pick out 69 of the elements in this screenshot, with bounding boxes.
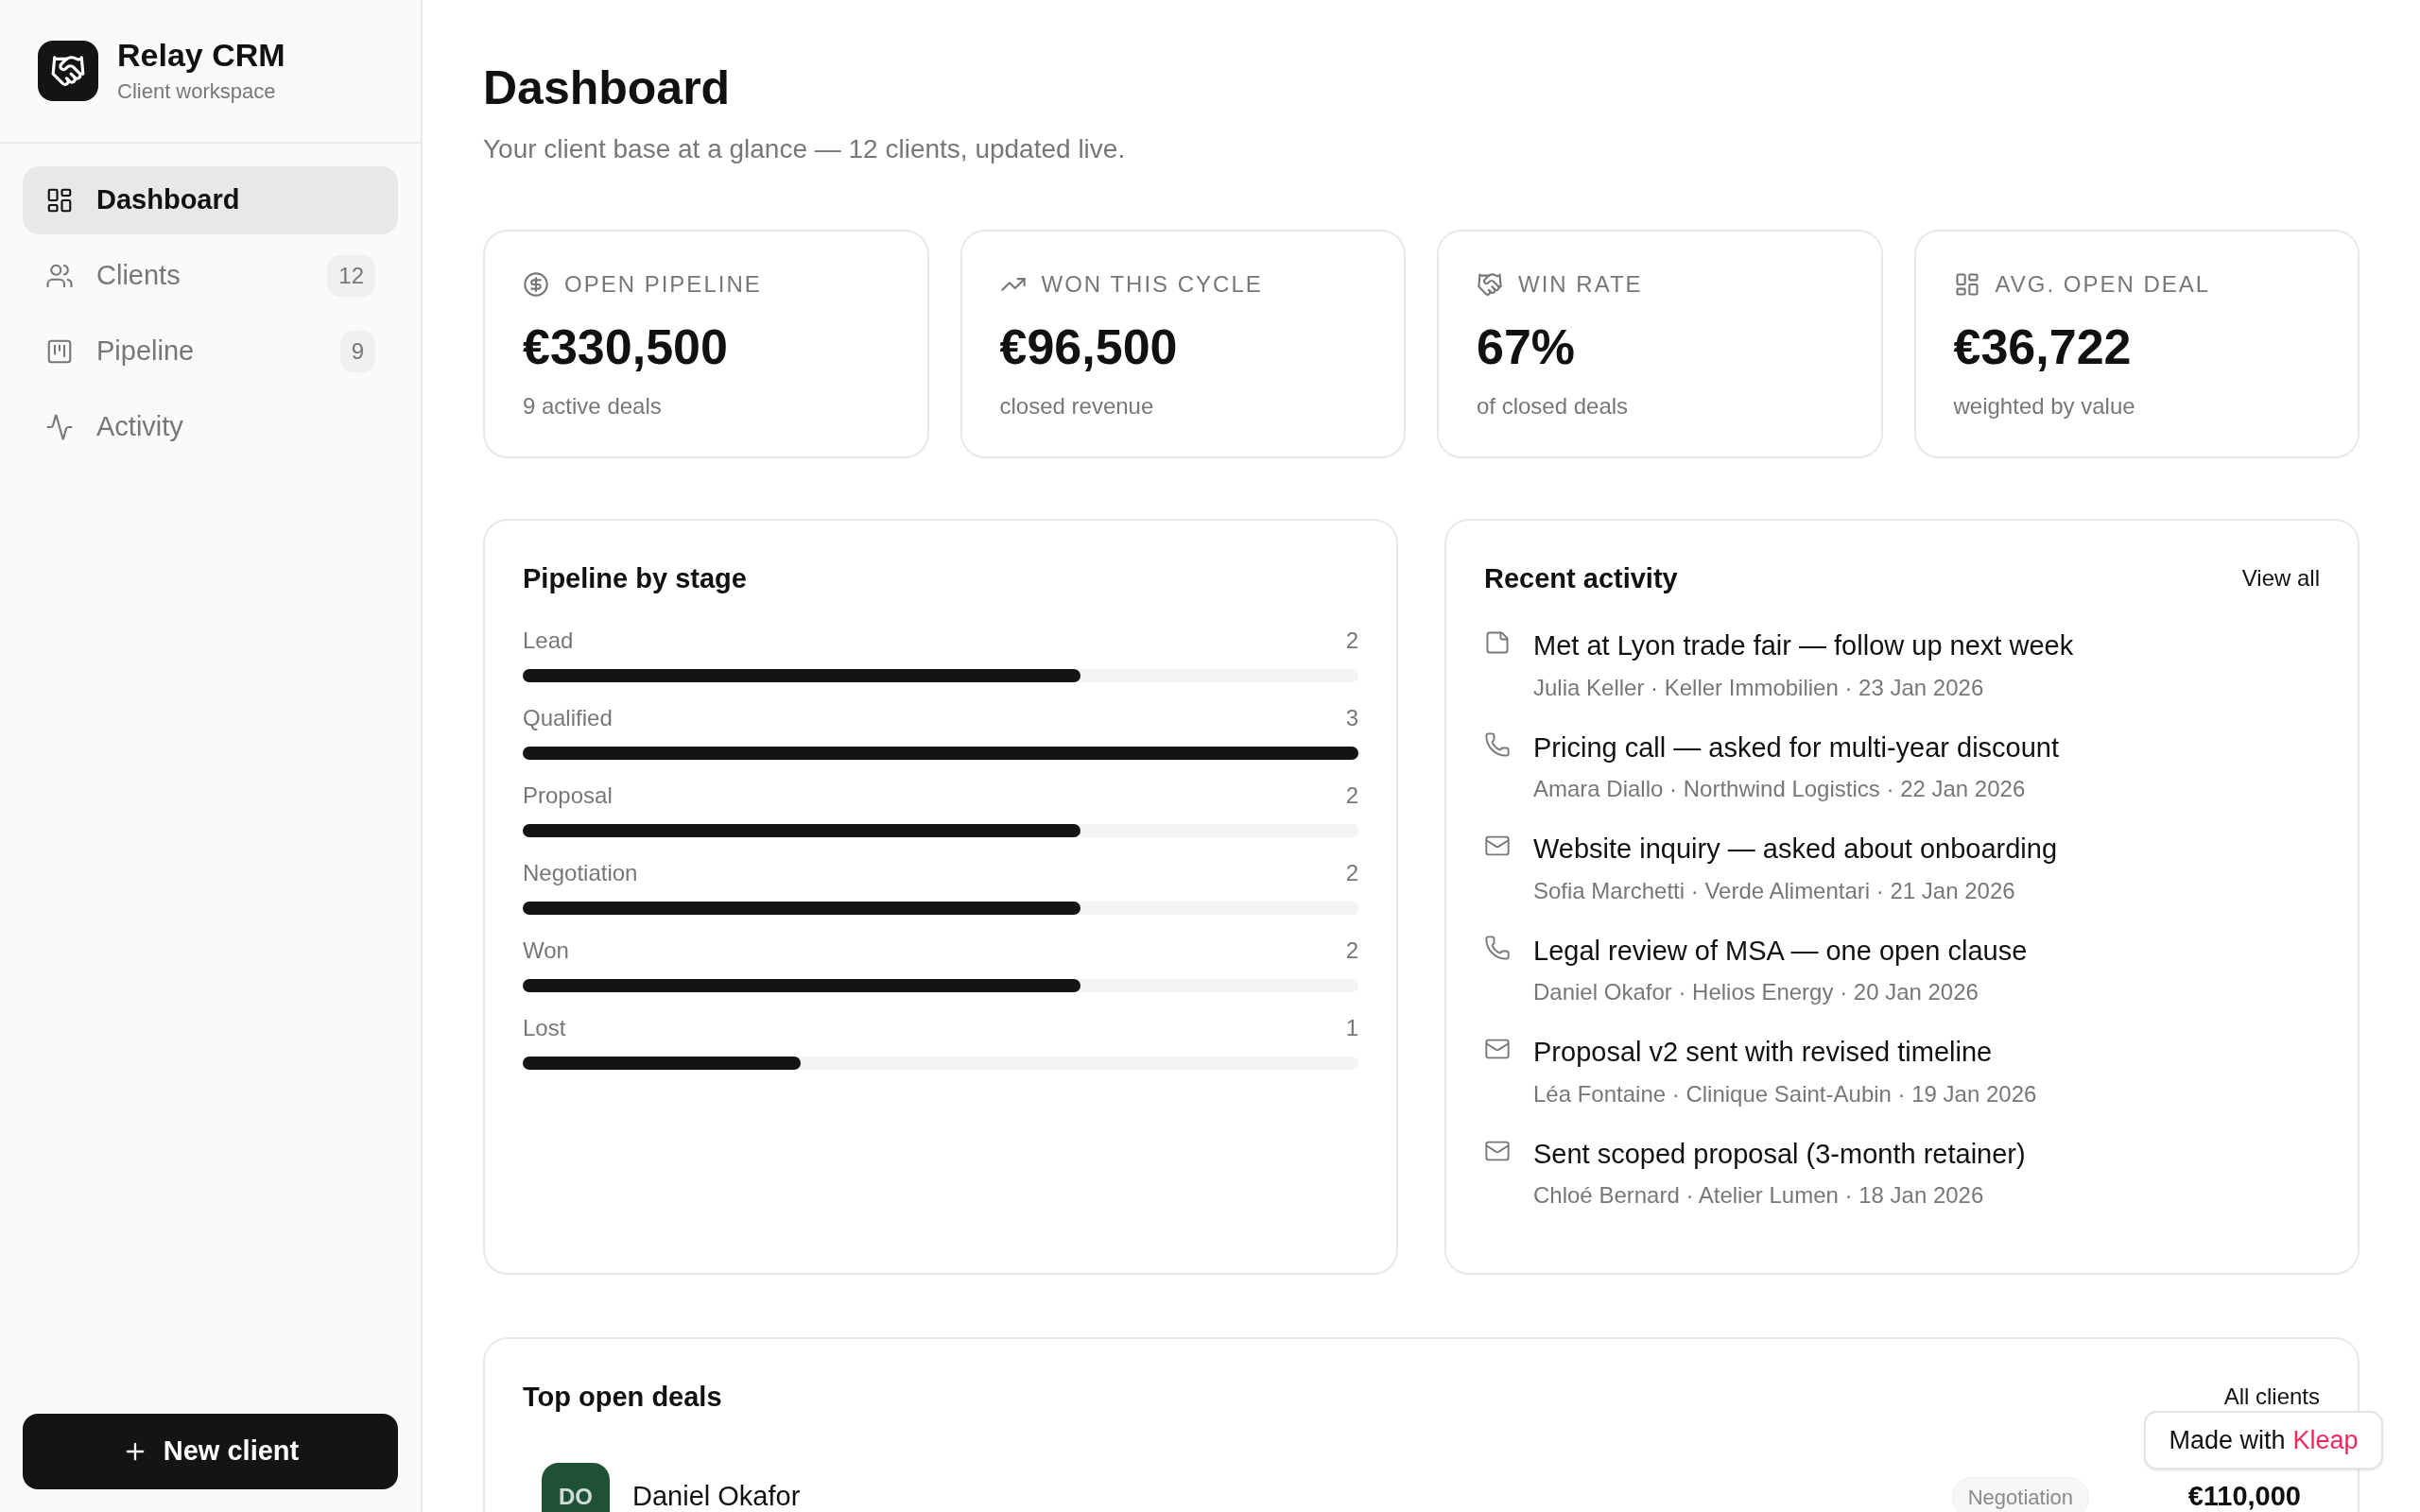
stat-label: WON THIS CYCLE (1041, 269, 1263, 299)
deal-amount: €110,000 (2187, 1480, 2302, 1512)
kanban-icon (45, 337, 74, 366)
count-badge: 12 (327, 255, 375, 297)
stage-name: Qualified (523, 704, 613, 732)
phone-icon (1484, 730, 1511, 758)
made-with-badge[interactable]: Made with Kleap (2144, 1411, 2383, 1469)
activity-title: Legal review of MSA — one open clause (1533, 934, 2028, 968)
stage-count: 2 (1345, 627, 1358, 655)
stat-note: weighted by value (1953, 391, 2136, 421)
activity-title: Proposal v2 sent with revised timeline (1533, 1036, 1994, 1069)
handshake-icon (1477, 270, 1503, 298)
sidebar-item[interactable]: Clients 12 (23, 242, 398, 310)
page-title: Dashboard (483, 60, 732, 116)
sidebar-item[interactable]: Dashboard (23, 166, 398, 234)
activity-meta: Chloé Bernard · Atelier Lumen · 18 Jan 2026 (1533, 1181, 1985, 1210)
card-title: Recent activity (1484, 561, 1678, 595)
stat-label: OPEN PIPELINE (564, 269, 762, 299)
activity-meta: Amara Diallo · Northwind Logistics · 22 Jan 2026 (1533, 775, 2027, 803)
stage-count: 2 (1345, 782, 1358, 810)
badge-text: Made with (2169, 1424, 2286, 1456)
handshake-icon (50, 53, 86, 89)
view-all-link[interactable]: View all (2241, 561, 2320, 596)
client-name: Daniel Okafor (632, 1480, 802, 1512)
activity-meta: Léa Fontaine · Clinique Saint-Aubin · 19 Jan 2026 (1533, 1079, 2037, 1108)
sidebar-item[interactable]: Activity (23, 393, 398, 461)
badge-brand: Kleap (2292, 1424, 2359, 1456)
pulse-icon (45, 413, 74, 441)
activity-meta: Daniel Okafor · Helios Energy · 20 Jan 2026 (1533, 978, 1979, 1006)
avatar: DO (542, 1463, 610, 1512)
stage-count: 2 (1345, 936, 1358, 965)
stage-count: 1 (1345, 1014, 1358, 1042)
page-subtitle: Your client base at a glance — 12 clients, updated live. (483, 132, 1127, 165)
activity-title: Sent scoped proposal (3-month retainer) (1533, 1137, 2026, 1171)
card-title: Pipeline by stage (523, 561, 748, 595)
stage-badge: Negotiation (1951, 1476, 2089, 1512)
grid-icon (1953, 270, 1980, 298)
activity-title: Website inquiry — asked about onboarding (1533, 833, 2058, 866)
stat-note: of closed deals (1477, 391, 1630, 421)
activity-title: Met at Lyon trade fair — follow up next week (1533, 629, 2074, 662)
stage-name: Lost (523, 1014, 566, 1042)
phone-icon (1484, 934, 1511, 961)
stat-value: €330,500 (523, 318, 729, 376)
stage-count: 3 (1345, 704, 1358, 732)
activity-meta: Julia Keller · Keller Immobilien · 23 Jan 2026 (1533, 673, 1985, 702)
activity-title: Pricing call — asked for multi-year discount (1533, 730, 2060, 765)
stat-value: €36,722 (1953, 318, 2133, 376)
count-badge: 9 (339, 331, 375, 372)
stat-note: closed revenue (999, 391, 1155, 421)
stage-count: 2 (1345, 859, 1358, 887)
dollar-circle-icon (523, 270, 549, 298)
brand-name: Relay CRM (117, 36, 285, 76)
stat-label: AVG. OPEN DEAL (1995, 269, 2211, 299)
dashboard-icon (45, 186, 74, 215)
stage-name: Won (523, 936, 569, 965)
stat-value: 67% (1477, 318, 1577, 376)
stage-name: Negotiation (523, 859, 638, 887)
activity-meta: Sofia Marchetti · Verde Alimentari · 21 Jan 2026 (1533, 876, 2016, 905)
sidebar-item[interactable]: Pipeline 9 (23, 318, 398, 386)
card-title: Top open deals (523, 1380, 722, 1414)
users-icon (45, 262, 74, 290)
stage-name: Proposal (523, 782, 613, 810)
stat-note: 9 active deals (523, 391, 663, 421)
stat-value: €96,500 (999, 318, 1179, 376)
stat-label: WIN RATE (1518, 269, 1643, 299)
brand-tagline: Client workspace (117, 77, 277, 105)
new-client-button[interactable]: New client (23, 1414, 398, 1489)
stage-name: Lead (523, 627, 574, 655)
note-icon (1484, 629, 1511, 656)
